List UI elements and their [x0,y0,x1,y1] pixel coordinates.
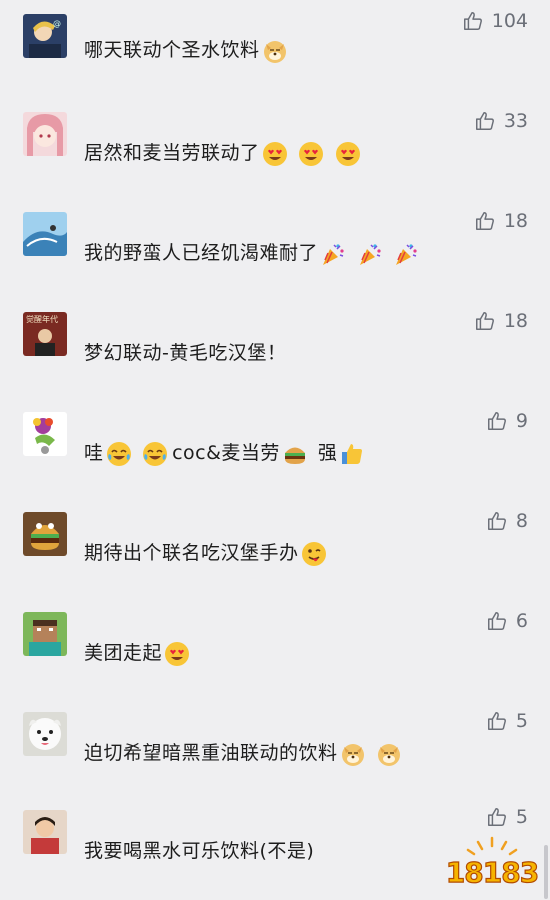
like-count: 5 [515,806,528,828]
doge-emoji-icon [376,741,402,767]
like-count: 18 [503,210,528,232]
thumbs-up-emoji-icon [339,441,365,467]
like-count: 33 [503,110,528,132]
avatar[interactable] [23,112,67,156]
emoji-row [282,440,312,467]
thumbs-up-icon [486,610,508,632]
like-button[interactable]: 8 [486,510,528,532]
comment-text: 美团走起 [84,640,194,667]
heart-eyes-emoji-icon [164,641,190,667]
like-button[interactable]: 5 [486,806,528,828]
hamburger-emoji-icon [282,441,308,467]
doge-emoji-icon [262,38,288,64]
comment-item: 期待出个联名吃汉堡手办 8 [0,500,550,600]
avatar[interactable] [23,612,67,656]
svg-text:觉醒年代: 觉醒年代 [26,314,58,324]
thumbs-up-icon [474,210,496,232]
emoji-row [262,140,365,167]
emoji-row [262,37,292,64]
party-popper-emoji-icon [320,241,346,267]
emoji-row [106,440,173,467]
scrollbar[interactable] [544,845,548,899]
emoji-row [164,640,194,667]
comment-text: 梦幻联动-黄毛吃汉堡！ [84,342,287,364]
comment-text: 我要喝黑水可乐饮料(不是) [84,840,315,862]
emoji-row [339,440,369,467]
avatar[interactable] [23,712,67,756]
svg-text:@: @ [53,19,61,28]
comment-list: @ 哪天联动个圣水饮料 104 居然和麦当劳联动了 33 我的野蛮人已经饥渴难耐… [0,0,550,899]
comment-item: @ 哪天联动个圣水饮料 104 [0,0,550,100]
avatar[interactable] [23,212,67,256]
thumbs-up-icon [474,310,496,332]
thumbs-up-icon [486,410,508,432]
heart-eyes-emoji-icon [298,141,324,167]
avatar[interactable] [23,512,67,556]
like-button[interactable]: 6 [486,610,528,632]
comment-text: 居然和麦当劳联动了 [84,140,365,167]
emoji-row [301,540,331,567]
like-button[interactable]: 104 [462,10,528,32]
like-button[interactable]: 9 [486,410,528,432]
like-count: 6 [515,610,528,632]
like-button[interactable]: 5 [486,710,528,732]
avatar[interactable]: 觉醒年代 [23,312,67,356]
comment-item: 迫切希望暗黑重油联动的饮料 5 [0,700,550,800]
comment-text: 迫切希望暗黑重油联动的饮料 [84,740,406,767]
comment-item: 觉醒年代 梦幻联动-黄毛吃汉堡！ 18 [0,300,550,400]
avatar[interactable]: @ [23,14,67,58]
comment-text: 期待出个联名吃汉堡手办 [84,540,331,567]
comment-text: 哇 coc&麦当劳 强 [84,440,369,467]
like-count: 5 [515,710,528,732]
comment-text: 哪天联动个圣水饮料 [84,37,292,64]
like-count: 104 [491,10,528,32]
emoji-row [340,740,407,767]
like-count: 8 [515,510,528,532]
comment-item: 居然和麦当劳联动了 33 [0,100,550,200]
comment-text: 我的野蛮人已经饥渴难耐了 [84,240,423,267]
thumbs-up-icon [486,710,508,732]
thumbs-up-icon [462,10,484,32]
thumbs-up-icon [486,806,508,828]
watermark-text: 18183 [445,855,540,889]
like-button[interactable]: 18 [474,210,528,232]
avatar[interactable] [23,810,67,854]
like-button[interactable]: 18 [474,310,528,332]
party-popper-emoji-icon [393,241,419,267]
comment-item: 美团走起 6 [0,600,550,700]
like-count: 9 [515,410,528,432]
laugh-cry-emoji-icon [142,441,168,467]
laugh-cry-emoji-icon [106,441,132,467]
comment-item: 哇 coc&麦当劳 强 9 [0,400,550,500]
thumbs-up-icon [474,110,496,132]
party-popper-emoji-icon [357,241,383,267]
heart-eyes-emoji-icon [262,141,288,167]
comment-item: 我的野蛮人已经饥渴难耐了 18 [0,200,550,300]
like-count: 18 [503,310,528,332]
wink-tongue-emoji-icon [301,541,327,567]
emoji-row [320,240,423,267]
thumbs-up-icon [486,510,508,532]
heart-eyes-emoji-icon [335,141,361,167]
like-button[interactable]: 33 [474,110,528,132]
avatar[interactable] [23,412,67,456]
doge-emoji-icon [340,741,366,767]
watermark-logo: 18183 [442,834,542,890]
